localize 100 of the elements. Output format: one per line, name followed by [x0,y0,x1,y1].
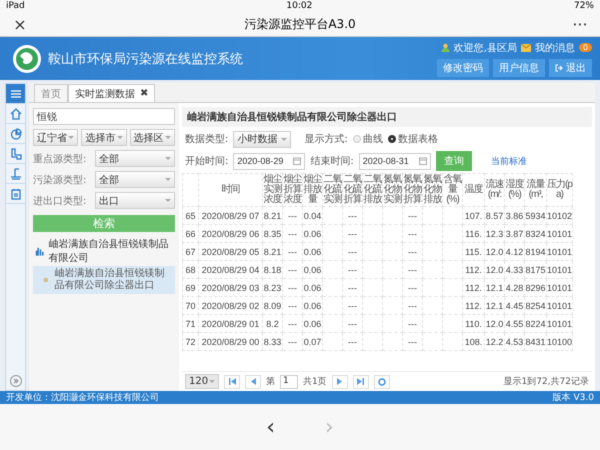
tree-item[interactable]: 岫岩满族自治县恒锐镁制品有限公司 [33,236,175,266]
first-page-button[interactable] [224,374,240,388]
table-cell: 0.06 [302,314,322,332]
first-page-icon [228,378,236,385]
previous-page-button[interactable] [245,374,261,388]
date-field[interactable]: 2020-08-31 [358,152,431,170]
table-cell: --- [342,278,362,296]
table-cell: 0.06 [302,278,322,296]
row-number: 65 [182,206,198,224]
table-cell: 2020/08/29 05 [198,242,262,260]
last-page-button[interactable] [352,374,369,388]
search-field[interactable]: 恒锐 [33,108,175,125]
next-page-button[interactable] [332,374,348,388]
page-input[interactable]: 1 [280,374,298,388]
column-header: 氮氧化物折算 [402,174,422,206]
back-button[interactable]: ‹ [266,414,275,440]
sidebar-button[interactable] [6,84,25,104]
table-cell: 10101 [546,278,572,296]
table-cell: --- [402,296,422,314]
table-cell: --- [342,206,362,224]
table-cell: 10101 [546,296,572,314]
device-name: iPad [6,1,25,11]
region-select[interactable]: 辽宁省 [33,129,78,146]
table-cell: 10101 [546,314,572,332]
table-cell: 107. [462,206,484,224]
table-cell: --- [402,260,422,278]
field-label: 重点源类型: [33,152,88,166]
table-cell: 112. [462,260,484,278]
table-cell: 8.35 [262,224,282,242]
table-cell: 12.0 [484,260,504,278]
table-cell: 10101 [546,260,572,278]
table-cell: 0.07 [302,332,322,350]
table-cell: 8.21 [262,206,282,224]
previous-icon [250,378,256,385]
table-cell: 2020/08/29 06 [198,224,262,242]
refresh-button[interactable] [374,374,390,388]
field-label: 污染源类型: [33,174,88,186]
column-header: 二氧化硫折算 [342,174,362,206]
column-header: 烟尘排放量 [302,174,322,206]
data-type-select[interactable]: 小时数据 [233,130,292,148]
column-header: 流量(m³, [524,174,546,206]
table-cell: --- [342,296,362,314]
type-select[interactable]: 全部 [95,171,175,188]
table-cell: 8224 [524,314,546,332]
messages-link[interactable]: 我的消息 [534,40,575,54]
page-size-select[interactable]: 120 [185,374,219,389]
column-header: 烟尘实测浓度 [262,174,282,206]
outlet-icon [10,168,22,180]
close-button[interactable]: × [10,14,30,34]
table-cell: 112. [462,278,484,296]
expand-icon[interactable] [10,375,22,387]
table-cell: 8.18 [262,260,282,278]
welcome-text: 欢迎您,县区局 [454,42,517,54]
type-select[interactable]: 全部 [95,150,175,167]
refresh-icon [378,378,386,386]
standard-link[interactable]: 当前标准 [490,154,527,168]
column-header: 含氧量(%) [442,174,462,206]
table-cell: 8254 [524,296,546,314]
table-cell: --- [402,242,422,260]
table-cell: 8194 [524,242,546,260]
table-cell: 2020/08/29 03 [198,278,262,296]
table-cell: --- [402,278,422,296]
type-select[interactable]: 出口 [95,192,175,209]
table-cell: 8.23 [262,278,282,296]
pie-chart-icon [10,128,22,140]
table-cell: 10102 [546,206,572,224]
calendar-icon [10,188,22,200]
column-header: 烟尘折算浓度 [282,174,302,206]
home-icon [10,108,22,120]
table-cell: --- [402,332,422,350]
region-select[interactable]: 选择市 [81,129,127,146]
column-header: 氮氧化物实测 [382,174,402,206]
table-cell: --- [282,314,302,332]
calendar-icon [418,157,427,165]
close-icon[interactable]: ✖ [140,88,148,99]
table-cell: --- [342,332,362,350]
table-cell: 8175 [524,260,546,278]
region-select[interactable]: 选择区 [130,129,175,146]
table-cell: 4.53 [504,332,524,350]
next-icon [336,378,343,385]
table-cell: --- [282,260,302,278]
mail-icon [520,44,531,52]
table-cell: 4.45 [504,296,524,314]
table-cell: 8.09 [262,296,282,314]
table-cell: 10100 [546,332,572,350]
table-cell: 3.87 [504,224,524,242]
column-header: 二氧化硫排放 [362,174,382,206]
table-cell: 12.2 [484,332,504,350]
tree-item[interactable]: 岫岩满族自治县恒锐镁制品有限公司除尘器出口 [33,266,175,294]
table-cell: --- [282,278,302,296]
radio-button[interactable] [388,135,396,143]
date-field[interactable]: 2020-08-29 [233,152,306,170]
row-number: 70 [182,296,198,314]
table-cell: --- [342,242,362,260]
table-cell: 2020/08/29 04 [198,260,262,278]
table-cell: 8.21 [262,242,282,260]
column-header: 温度 [462,174,484,206]
tab[interactable]: 实时监测数据 ✖ [68,84,156,102]
row-number: 69 [182,278,198,296]
more-button[interactable]: ··· [570,14,590,34]
